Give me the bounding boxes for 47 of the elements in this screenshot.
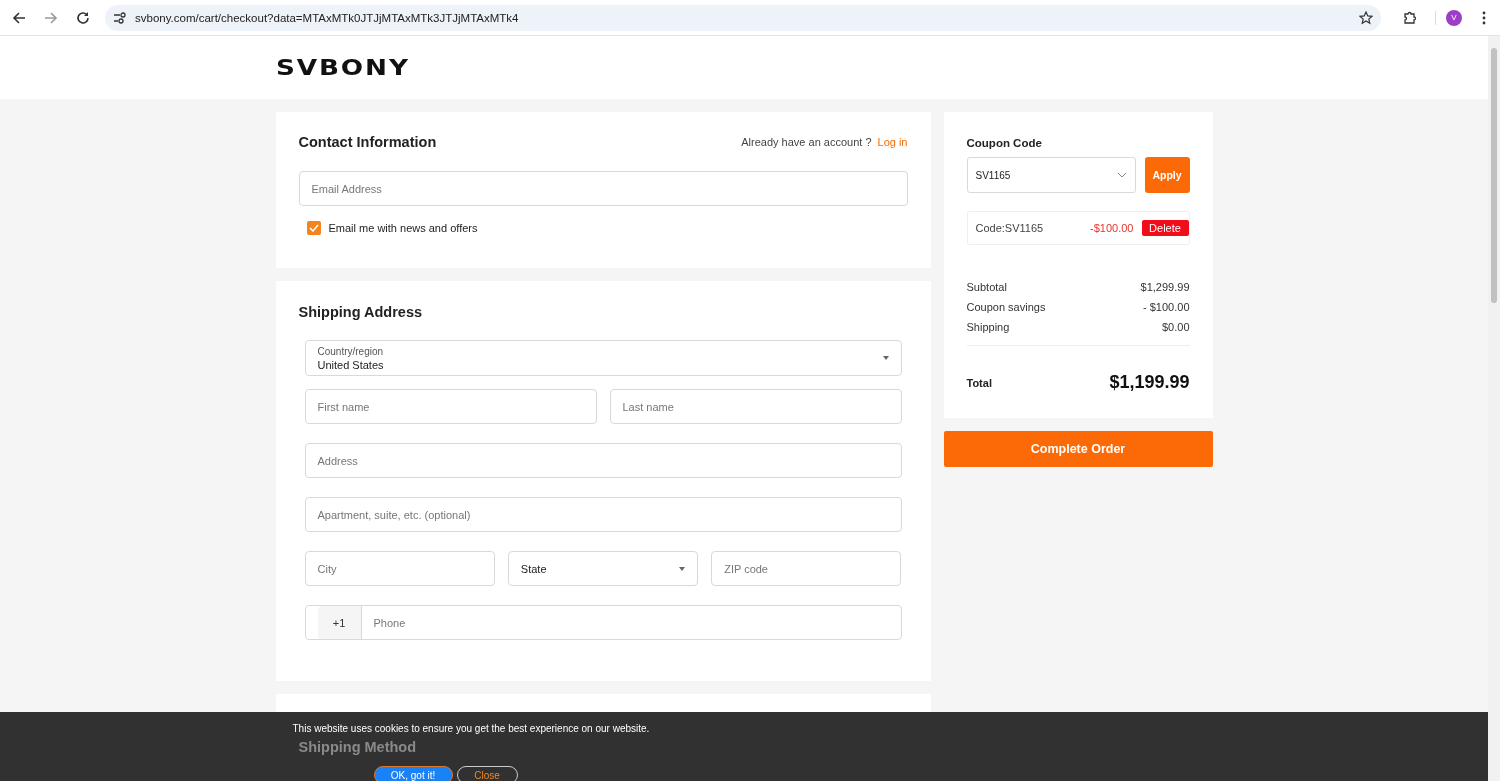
- summary-label: Shipping: [966, 321, 1010, 333]
- discount-amount: -$100.00: [1090, 222, 1134, 234]
- checkbox-label: Email me with news and offers: [328, 222, 478, 234]
- menu-icon[interactable]: [1482, 10, 1486, 25]
- phone-field[interactable]: +1 Phone: [304, 605, 902, 640]
- summary-label: Subtotal: [966, 281, 1007, 293]
- coupon-title: Coupon Code: [966, 137, 1043, 149]
- cookie-message: This website uses cookies to ensure you get the best experience on our website.: [292, 723, 650, 735]
- puzzle-icon[interactable]: [1403, 10, 1417, 25]
- address-bar[interactable]: svbony.com/cart/checkout?data=MTAxMTk0JTJjMTAxMTk3JTJjMTAxMTk4: [105, 4, 1381, 31]
- account-prompt: Already have an account ?: [741, 136, 872, 148]
- login-link[interactable]: Log in: [877, 136, 908, 148]
- back-icon[interactable]: [12, 10, 26, 25]
- input-field[interactable]: Apartment, suite, etc. (optional): [304, 497, 902, 532]
- star-icon[interactable]: [1359, 10, 1373, 25]
- chevron-down-icon: [1116, 172, 1127, 178]
- section-title: Shipping Address: [298, 304, 424, 320]
- delete-button[interactable]: Delete: [1141, 220, 1189, 236]
- scrollbar[interactable]: [1488, 36, 1500, 781]
- summary-value: - $100.00: [1143, 301, 1190, 313]
- input-field[interactable]: Last name: [609, 389, 902, 424]
- summary-value: $1,299.99: [1140, 281, 1190, 293]
- total-value: $1,199.99: [1109, 372, 1190, 393]
- total-label: Total: [966, 376, 992, 389]
- input-field[interactable]: Address: [304, 443, 902, 478]
- email-field[interactable]: Email Address: [298, 171, 908, 206]
- coupon-code: Code:SV1165: [975, 222, 1044, 234]
- summary-label: Coupon savings: [966, 301, 1046, 313]
- site-settings-icon[interactable]: [113, 11, 127, 24]
- country-dropdown[interactable]: Country/region United States: [304, 340, 902, 376]
- forward-icon[interactable]: [44, 10, 58, 25]
- logo[interactable]: SVBONY: [275, 55, 410, 80]
- phone-prefix: +1: [317, 606, 362, 639]
- state-dropdown[interactable]: State: [507, 551, 699, 586]
- complete-order-button[interactable]: Complete Order: [943, 431, 1213, 467]
- section-title: Shipping Method: [298, 740, 417, 755]
- coupon-dropdown[interactable]: SV1165: [966, 157, 1136, 193]
- input-field[interactable]: First name: [304, 389, 597, 424]
- input-field[interactable]: ZIP code: [711, 551, 902, 586]
- accept-button[interactable]: OK, got it!: [373, 766, 453, 781]
- reload-icon[interactable]: [76, 10, 90, 25]
- profile-avatar[interactable]: V: [1446, 9, 1462, 26]
- section-title: Contact Information: [298, 134, 437, 150]
- checkbox[interactable]: [306, 221, 321, 235]
- summary-value: $0.00: [1161, 321, 1190, 333]
- input-field[interactable]: City: [304, 551, 495, 586]
- apply-button[interactable]: Apply: [1144, 157, 1190, 193]
